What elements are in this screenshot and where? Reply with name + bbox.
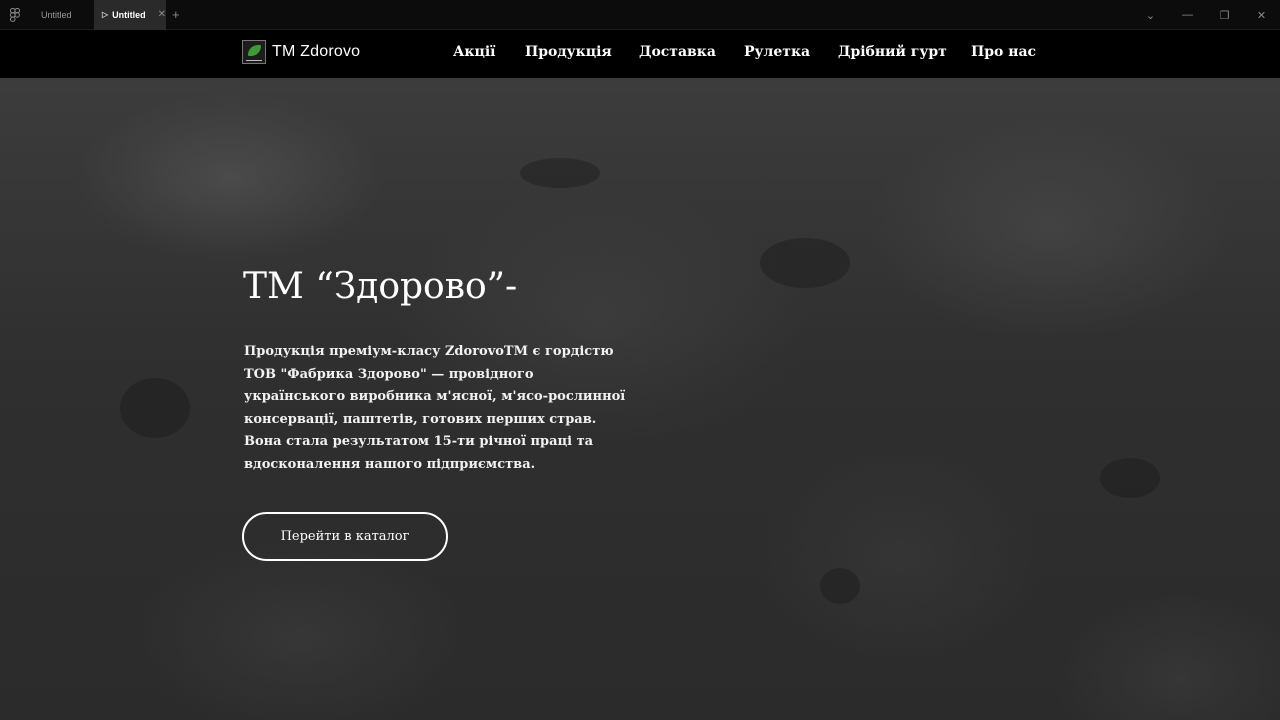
figma-icon[interactable] <box>0 0 30 30</box>
nav-link-delivery[interactable]: Доставка <box>639 44 716 60</box>
tab-untitled-1[interactable]: Untitled <box>30 0 94 30</box>
tab-label: Untitled <box>112 9 146 20</box>
nav-link-small-wholesale[interactable]: Дрібний гурт <box>838 44 947 60</box>
nav-link-about[interactable]: Про нас <box>971 44 1036 60</box>
hero-section: ТМ “Здорово”- Продукція преміум-класу Zd… <box>0 78 1280 720</box>
nav-link-products[interactable]: Продукція <box>525 44 612 60</box>
tab-close-icon[interactable]: ✕ <box>158 9 166 20</box>
play-icon: ▷ <box>102 10 109 19</box>
hero-description: Продукція преміум-класу ZdorovoTM є горд… <box>244 344 626 472</box>
site-header: TM Zdorovo Акції Продукція Доставка Руле… <box>0 30 1280 78</box>
restore-icon[interactable]: ❐ <box>1206 9 1243 22</box>
main-nav: Акції Продукція Доставка Рулетка Дрібний… <box>0 44 1280 64</box>
tab-untitled-2[interactable]: ▷ Untitled ✕ <box>94 0 166 30</box>
nav-link-roulette[interactable]: Рулетка <box>744 44 810 60</box>
window-titlebar: Untitled ▷ Untitled ✕ + ⌄ — ❐ ✕ <box>0 0 1280 30</box>
go-to-catalog-button[interactable]: Перейти в каталог <box>242 512 448 561</box>
nav-link-promotions[interactable]: Акції <box>453 44 496 60</box>
minimize-icon[interactable]: — <box>1169 9 1206 21</box>
chevron-down-icon[interactable]: ⌄ <box>1132 9 1169 22</box>
tab-label: Untitled <box>41 9 72 20</box>
close-icon[interactable]: ✕ <box>1243 9 1280 22</box>
hero-title: ТМ “Здорово”- <box>243 266 518 307</box>
add-tab-icon[interactable]: + <box>172 7 180 22</box>
